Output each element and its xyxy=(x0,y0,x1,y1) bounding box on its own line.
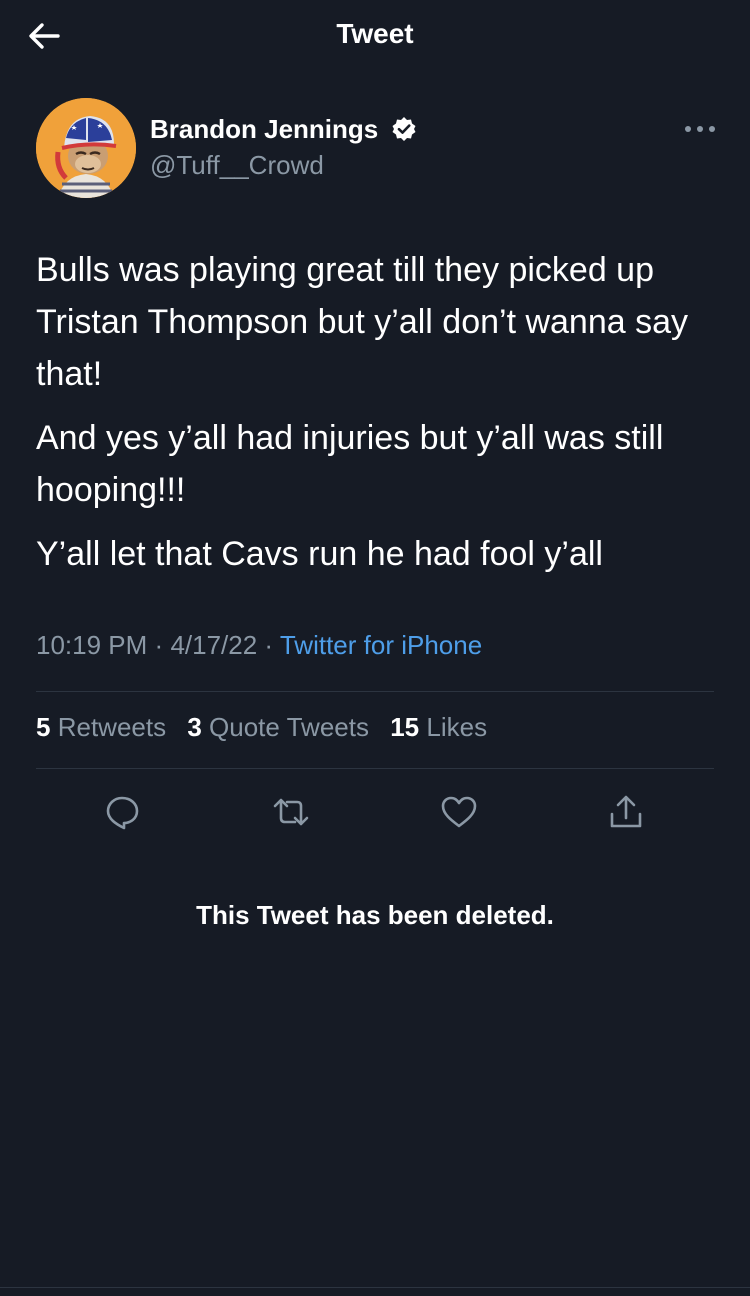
avatar-image xyxy=(36,98,136,198)
meta-separator: · xyxy=(264,630,274,660)
like-button[interactable] xyxy=(439,792,479,832)
author-name-text: Brandon Jennings xyxy=(150,114,379,144)
retweet-icon xyxy=(273,798,309,826)
tweet-date: 4/17/22 xyxy=(170,630,258,660)
quote-tweets-label: Quote Tweets xyxy=(209,712,369,742)
likes-stat[interactable]: 15 Likes xyxy=(390,712,487,742)
page-title: Tweet xyxy=(336,18,414,49)
tweet-paragraph: Bulls was playing great till they picked… xyxy=(36,251,689,393)
tweet-paragraph: Y’all let that Cavs run he had fool y’al… xyxy=(36,535,603,573)
tweet-paragraph: And yes y’all had injuries but y’all was… xyxy=(36,419,664,509)
engagement-stats: 5 Retweets 3 Quote Tweets 15 Likes xyxy=(36,712,501,743)
action-bar xyxy=(0,792,750,832)
reply-icon xyxy=(106,796,139,830)
tweet-time: 10:19 PM xyxy=(36,630,148,660)
reply-button[interactable] xyxy=(102,792,142,832)
author-name[interactable]: Brandon Jennings xyxy=(150,114,417,149)
divider xyxy=(36,768,714,769)
tweet-meta: 10:19 PM · 4/17/22 · Twitter for iPhone xyxy=(36,630,482,661)
avatar[interactable] xyxy=(36,98,136,198)
meta-separator: · xyxy=(154,630,164,660)
more-horizontal-icon xyxy=(685,126,715,132)
retweets-stat[interactable]: 5 Retweets xyxy=(36,712,166,742)
tweet-text: Bulls was playing great till they picked… xyxy=(36,244,726,592)
retweet-button[interactable] xyxy=(271,792,311,832)
retweets-label: Retweets xyxy=(57,712,167,742)
like-icon xyxy=(441,796,477,828)
quote-tweets-stat[interactable]: 3 Quote Tweets xyxy=(187,712,369,742)
deleted-notice: This Tweet has been deleted. xyxy=(196,900,554,930)
share-icon xyxy=(610,795,642,828)
verified-badge-icon xyxy=(391,116,417,149)
likes-count: 15 xyxy=(390,712,420,742)
likes-label: Likes xyxy=(426,712,488,742)
top-bar: Tweet xyxy=(0,0,750,76)
author-handle[interactable]: @Tuff__Crowd xyxy=(150,150,324,181)
bottom-divider xyxy=(0,1287,750,1288)
tweet-source-link[interactable]: Twitter for iPhone xyxy=(280,630,482,660)
quote-tweets-count: 3 xyxy=(187,712,202,742)
divider xyxy=(36,691,714,692)
share-button[interactable] xyxy=(606,792,646,832)
retweets-count: 5 xyxy=(36,712,51,742)
more-button[interactable] xyxy=(680,116,720,142)
